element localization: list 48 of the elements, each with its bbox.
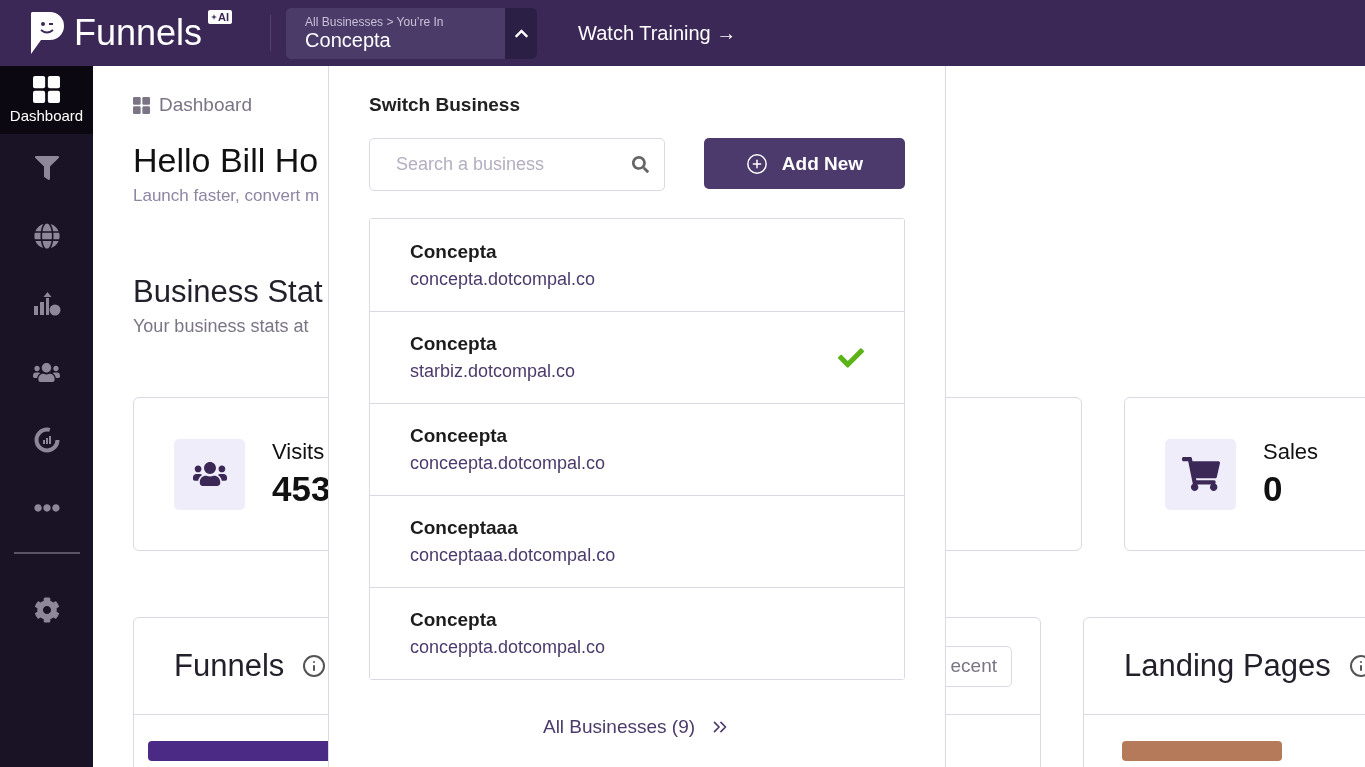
globe-icon [33, 223, 60, 249]
section-heading: Business Stat [133, 274, 323, 310]
watch-training-link[interactable]: Watch Training → [578, 21, 737, 45]
greeting-heading: Hello Bill Ho [133, 141, 319, 180]
all-businesses-link[interactable]: All Businesses (9) [542, 716, 732, 738]
dropdown-title: Switch Business [369, 94, 521, 116]
stat-label: Visits [272, 439, 326, 465]
growth-chart-icon [32, 292, 61, 316]
switcher-toggle[interactable] [505, 7, 538, 59]
business-name: Concepta [410, 333, 498, 355]
business-domain: starbiz.dotcompal.co [410, 361, 577, 382]
stat-label: Sales [1263, 439, 1319, 465]
plus-circle-icon [745, 152, 768, 175]
breadcrumb: Dashboard [159, 94, 252, 116]
ai-badge: AI [208, 10, 233, 24]
logo-icon [28, 10, 66, 56]
dashboard-icon [133, 96, 150, 114]
current-business: Concepta [305, 28, 392, 52]
business-name: Conceepta [410, 425, 509, 447]
dashboard-icon [33, 76, 60, 103]
business-domain: concepta.dotcompal.co [410, 268, 597, 290]
business-name: Conceptaaa [410, 517, 519, 539]
business-domain: conceepta.dotcompal.co [410, 453, 607, 474]
settings-icon [33, 597, 60, 623]
business-domain: conceppta.dotcompal.co [410, 637, 607, 658]
business-name: Concepta [410, 609, 498, 631]
sparkle-icon [211, 14, 218, 20]
stat-value: 0 [1263, 469, 1284, 509]
search-icon [632, 156, 649, 173]
business-item[interactable]: Concepta conceppta.dotcompal.co [370, 587, 904, 679]
info-icon [1348, 654, 1365, 678]
search-field[interactable]: Search a business [369, 138, 665, 191]
business-name: Concepta [410, 240, 498, 263]
cart-icon [1181, 455, 1220, 493]
info-icon [302, 654, 327, 678]
tagline: Launch faster, convert m [133, 186, 320, 206]
funnel-icon [34, 156, 59, 180]
add-new-button[interactable]: Add New [704, 138, 905, 189]
switcher-breadcrumb: All Businesses > You’re In [305, 14, 445, 29]
business-domain: conceptaaa.dotcompal.co [410, 545, 617, 566]
panel-title: Landing Pages [1124, 648, 1331, 684]
business-switcher[interactable]: All Businesses > You’re In Concepta [286, 7, 538, 59]
panel-title: Funnels [174, 648, 285, 684]
sidebar-item[interactable]: Dashboard [0, 66, 93, 134]
stat-value: 453 [272, 469, 331, 509]
logo-text: Funnels [74, 12, 203, 54]
gauge-icon [33, 427, 60, 453]
section-subtitle: Your business stats at [133, 316, 309, 337]
